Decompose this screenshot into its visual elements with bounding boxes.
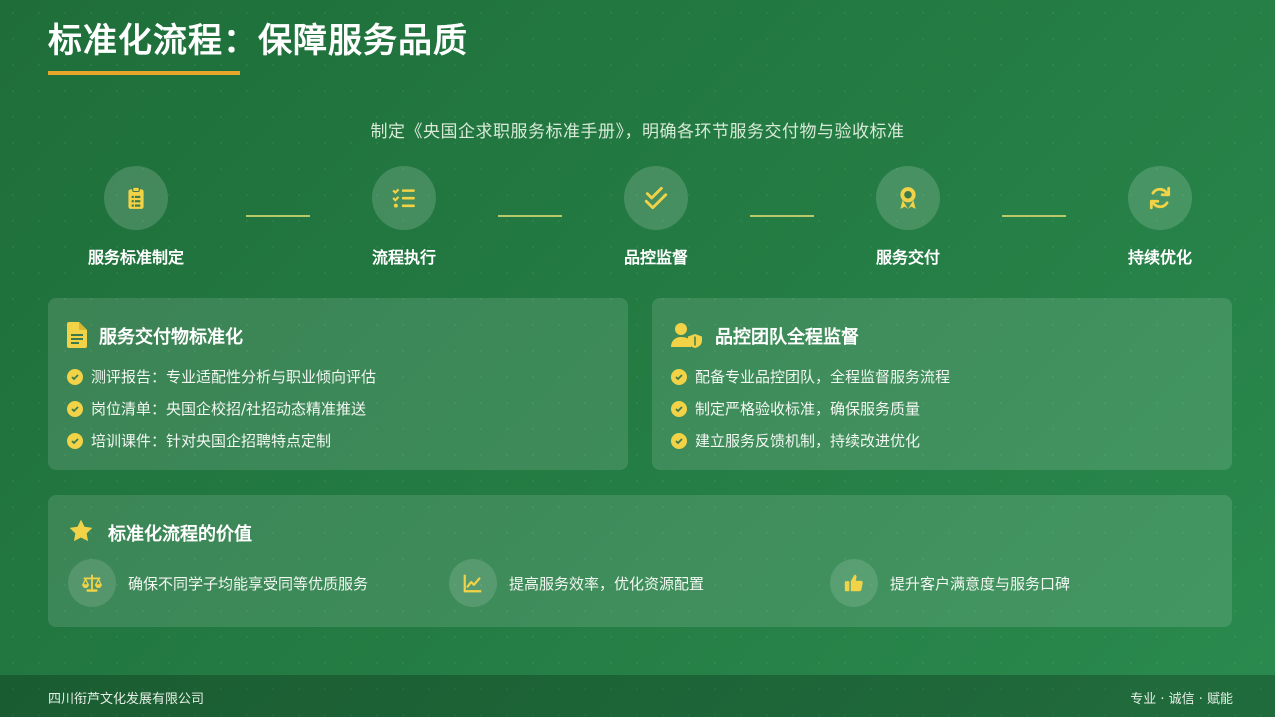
list-item: 培训课件：针对央国企招聘特点定制: [67, 430, 331, 451]
footer: 四川衔芦文化发展有限公司 专业 · 诚信 · 赋能: [0, 675, 1275, 717]
value-item-text: 提高服务效率，优化资源配置: [509, 574, 705, 593]
list-item: 建立服务反馈机制，持续改进优化: [671, 430, 920, 451]
list-item-text: 测评报告：专业适配性分析与职业倾向评估: [91, 368, 377, 386]
step-label: 持续优化: [1127, 248, 1192, 267]
check-circle-icon: [67, 368, 83, 385]
step-connector: [750, 215, 814, 217]
step-quality-supervision: 品控监督: [586, 166, 726, 268]
step-label: 服务交付: [875, 248, 940, 267]
page-subtitle: 制定《央国企求职服务标准手册》，明确各环节服务交付物与验收标准: [370, 122, 905, 142]
value-item-text: 确保不同学子均能享受同等优质服务: [128, 574, 369, 593]
list-item-text: 制定严格验收标准，确保服务质量: [695, 400, 921, 418]
card-title: 品控团队全程监督: [715, 327, 859, 348]
step-connector: [498, 215, 562, 217]
step-process-execution: 流程执行: [334, 166, 474, 268]
step-label: 流程执行: [371, 248, 436, 267]
list-item-text: 培训课件：针对央国企招聘特点定制: [91, 432, 332, 450]
step-standard-setting: 服务标准制定: [66, 166, 206, 268]
thumbs-up-icon: [830, 559, 878, 607]
value-item: 提升客户满意度与服务口碑: [830, 559, 1070, 607]
line-chart-icon: [449, 559, 497, 607]
company-name: 四川衔芦文化发展有限公司: [48, 692, 205, 707]
step-connector: [1002, 215, 1066, 217]
list-item: 配备专业品控团队，全程监督服务流程: [671, 366, 950, 387]
check-circle-icon: [671, 400, 687, 417]
check-circle-icon: [671, 368, 687, 385]
checklist-icon: [372, 166, 436, 230]
page-title: 标准化流程：保障服务品质: [48, 21, 468, 61]
double-check-icon: [624, 166, 688, 230]
step-label: 服务标准制定: [87, 248, 184, 267]
star-icon: [68, 518, 94, 548]
step-connector: [246, 215, 310, 217]
deliverables-card: 服务交付物标准化 测评报告：专业适配性分析与职业倾向评估 岗位清单：央国企校招/…: [48, 298, 628, 470]
footer-slogan: 专业 · 诚信 · 赋能: [1130, 692, 1233, 707]
list-item: 制定严格验收标准，确保服务质量: [671, 398, 920, 419]
clipboard-icon: [104, 166, 168, 230]
value-item: 确保不同学子均能享受同等优质服务: [68, 559, 368, 607]
list-item-text: 岗位清单：央国企校招/社招动态精准推送: [91, 400, 367, 418]
value-card: 标准化流程的价值 确保不同学子均能享受同等优质服务 提高服务效率，优化资源配置 …: [48, 495, 1232, 627]
value-item-text: 提升客户满意度与服务口碑: [890, 574, 1071, 593]
list-item-text: 建立服务反馈机制，持续改进优化: [695, 432, 921, 450]
user-shield-icon: [671, 322, 703, 352]
check-circle-icon: [67, 400, 83, 417]
value-item: 提高服务效率，优化资源配置: [449, 559, 704, 607]
check-circle-icon: [67, 432, 83, 449]
list-item: 测评报告：专业适配性分析与职业倾向评估: [67, 366, 376, 387]
qc-team-card: 品控团队全程监督 配备专业品控团队，全程监督服务流程 制定严格验收标准，确保服务…: [652, 298, 1232, 470]
title-underline: [48, 71, 240, 75]
card-title: 服务交付物标准化: [99, 327, 243, 348]
list-item: 岗位清单：央国企校招/社招动态精准推送: [67, 398, 366, 419]
balance-scale-icon: [68, 559, 116, 607]
step-continuous-optimization: 持续优化: [1090, 166, 1230, 268]
check-circle-icon: [671, 432, 687, 449]
refresh-icon: [1128, 166, 1192, 230]
step-label: 品控监督: [623, 248, 688, 267]
document-icon: [67, 322, 87, 352]
list-item-text: 配备专业品控团队，全程监督服务流程: [695, 368, 951, 386]
award-icon: [876, 166, 940, 230]
card-title: 标准化流程的价值: [108, 524, 252, 545]
step-service-delivery: 服务交付: [838, 166, 978, 268]
